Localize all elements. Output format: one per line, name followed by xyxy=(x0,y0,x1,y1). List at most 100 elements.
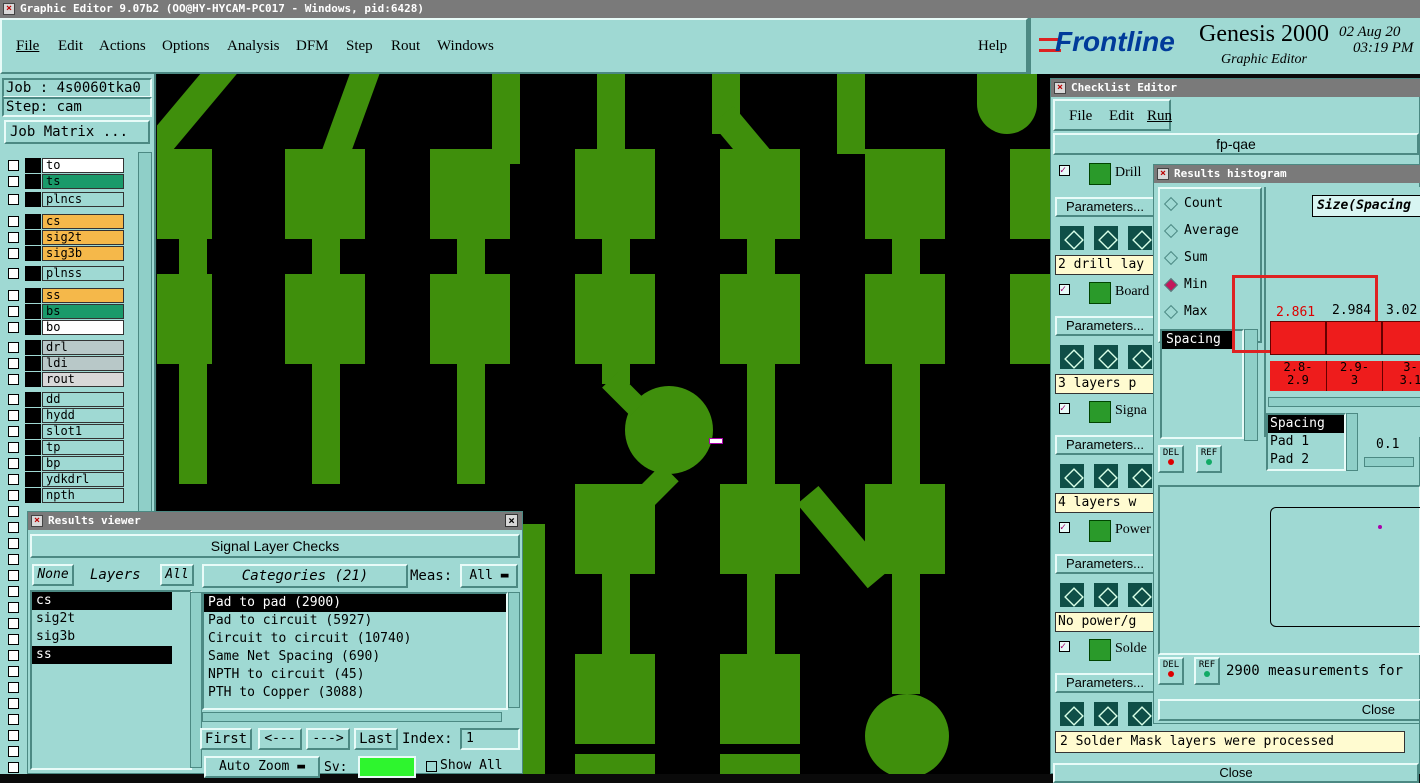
run-action-icon[interactable] xyxy=(1059,344,1085,370)
histogram-hscrollbar[interactable] xyxy=(1268,397,1420,407)
layer-checkbox[interactable] xyxy=(8,474,19,485)
layer-row-to[interactable]: to xyxy=(6,158,124,174)
layer-row-ydkdrl[interactable]: ydkdrl xyxy=(6,472,124,488)
item-label[interactable]: Signa xyxy=(1115,403,1147,419)
run-action-icon[interactable] xyxy=(1059,225,1085,251)
layer-name[interactable]: slot1 xyxy=(42,424,124,439)
item-checkbox[interactable]: ✓ xyxy=(1059,165,1070,176)
layer-checkbox[interactable] xyxy=(8,410,19,421)
layer-name[interactable]: hydd xyxy=(42,408,124,423)
category-list-item[interactable]: Same Net Spacing (690) xyxy=(204,648,506,666)
layer-checkbox[interactable] xyxy=(8,666,19,677)
layer-swatch[interactable] xyxy=(25,392,41,407)
mode-radio-count[interactable]: Count xyxy=(1163,195,1256,215)
run-action-icon[interactable] xyxy=(1059,463,1085,489)
step-slider[interactable] xyxy=(1364,457,1414,467)
layer-checkbox[interactable] xyxy=(8,506,19,517)
run-action-icon[interactable] xyxy=(1093,463,1119,489)
checklist-menu-run[interactable]: Run xyxy=(1147,108,1172,125)
layer-checkbox[interactable] xyxy=(8,730,19,741)
auto-zoom-select[interactable]: Auto Zoom ▬ xyxy=(204,756,320,778)
item-label[interactable]: Power xyxy=(1115,522,1151,538)
layer-name[interactable]: to xyxy=(42,158,124,173)
layer-checkbox[interactable] xyxy=(8,290,19,301)
layer-checkbox[interactable] xyxy=(8,650,19,661)
layer-name[interactable]: ydkdrl xyxy=(42,472,124,487)
layer-checkbox[interactable] xyxy=(8,232,19,243)
results-viewer-close-icon[interactable]: × xyxy=(505,514,518,527)
del-button[interactable]: DEL xyxy=(1158,445,1184,473)
layer-list-item[interactable]: sig2t xyxy=(32,610,172,628)
parameters-button[interactable]: Parameters... xyxy=(1055,197,1155,217)
layer-name[interactable]: ldi xyxy=(42,356,124,371)
parameters-button[interactable]: Parameters... xyxy=(1055,673,1155,693)
layer-checkbox[interactable] xyxy=(8,746,19,757)
layer-row-bo[interactable]: bo xyxy=(6,320,124,336)
window-close-icon[interactable]: × xyxy=(3,3,15,15)
checklist-menu-edit[interactable]: Edit xyxy=(1109,108,1134,125)
layer-swatch[interactable] xyxy=(25,356,41,371)
layer-checkbox[interactable] xyxy=(8,618,19,629)
layer-swatch[interactable] xyxy=(25,424,41,439)
layer-name[interactable]: ss xyxy=(42,288,124,303)
item-checkbox[interactable]: ✓ xyxy=(1059,403,1070,414)
menu-help[interactable]: Help xyxy=(978,38,1007,55)
layer-checkbox[interactable] xyxy=(8,634,19,645)
menu-windows[interactable]: Windows xyxy=(437,38,494,55)
layer-checkbox[interactable] xyxy=(8,490,19,501)
layer-name[interactable]: ts xyxy=(42,174,124,189)
item-checkbox[interactable]: ✓ xyxy=(1059,284,1070,295)
layer-checkbox[interactable] xyxy=(8,306,19,317)
menu-options[interactable]: Options xyxy=(162,38,210,55)
layer-name[interactable]: dd xyxy=(42,392,124,407)
layer-row-dd[interactable]: dd xyxy=(6,392,124,408)
layer-row-hydd[interactable]: hydd xyxy=(6,408,124,424)
layer-select-list[interactable]: cs sig2t sig3b ss xyxy=(30,590,192,770)
histogram-list-item[interactable]: Spacing xyxy=(1162,331,1234,349)
run-action-icon[interactable] xyxy=(1127,463,1153,489)
parameters-button[interactable]: Parameters... xyxy=(1055,435,1155,455)
layer-swatch[interactable] xyxy=(25,288,41,303)
histogram-menu-icon[interactable]: × xyxy=(1157,168,1169,180)
layer-name[interactable]: sig3b xyxy=(42,246,124,261)
category-list-item[interactable]: Circuit to circuit (10740) xyxy=(204,630,506,648)
run-action-icon[interactable] xyxy=(1127,582,1153,608)
layer-swatch[interactable] xyxy=(25,230,41,245)
layer-checkbox[interactable] xyxy=(8,426,19,437)
measurement-scrollbar[interactable] xyxy=(1346,413,1358,471)
run-action-icon[interactable] xyxy=(1093,701,1119,727)
layer-name[interactable]: bs xyxy=(42,304,124,319)
meas-select[interactable]: All ▬ xyxy=(460,564,518,588)
menu-step[interactable]: Step xyxy=(346,38,373,55)
layer-swatch[interactable] xyxy=(25,440,41,455)
layer-checkbox[interactable] xyxy=(8,538,19,549)
mode-radio-average[interactable]: Average xyxy=(1163,222,1256,242)
layer-name[interactable]: sig2t xyxy=(42,230,124,245)
item-label[interactable]: Solde xyxy=(1115,641,1147,657)
mode-radio-sum[interactable]: Sum xyxy=(1163,249,1256,269)
layer-checkbox[interactable] xyxy=(8,358,19,369)
layer-checkbox[interactable] xyxy=(8,682,19,693)
layer-name[interactable]: tp xyxy=(42,440,124,455)
layer-row-slot1[interactable]: slot1 xyxy=(6,424,124,440)
layer-swatch[interactable] xyxy=(25,320,41,335)
layer-name[interactable]: npth xyxy=(42,488,124,503)
layer-checkbox[interactable] xyxy=(8,442,19,453)
checklist-menu-file[interactable]: File xyxy=(1069,108,1092,125)
layer-swatch[interactable] xyxy=(25,266,41,281)
layer-name[interactable]: bo xyxy=(42,320,124,335)
layer-checkbox[interactable] xyxy=(8,458,19,469)
prev-button[interactable]: <--- xyxy=(258,728,302,750)
layer-checkbox[interactable] xyxy=(8,176,19,187)
histogram-close-button[interactable]: Close xyxy=(1158,699,1420,721)
layer-swatch[interactable] xyxy=(25,372,41,387)
layer-name[interactable]: rout xyxy=(42,372,124,387)
layer-row-drl[interactable]: drl xyxy=(6,340,124,356)
layer-swatch[interactable] xyxy=(25,408,41,423)
del-button-2[interactable]: DEL xyxy=(1158,657,1184,685)
categories-button[interactable]: Categories (21) xyxy=(202,564,408,588)
layer-row-plnss[interactable]: plnss xyxy=(6,266,124,282)
measurement-list[interactable]: Spacing Pad 1 Pad 2 xyxy=(1266,413,1346,471)
layer-checkbox[interactable] xyxy=(8,216,19,227)
next-button[interactable]: ---> xyxy=(306,728,350,750)
